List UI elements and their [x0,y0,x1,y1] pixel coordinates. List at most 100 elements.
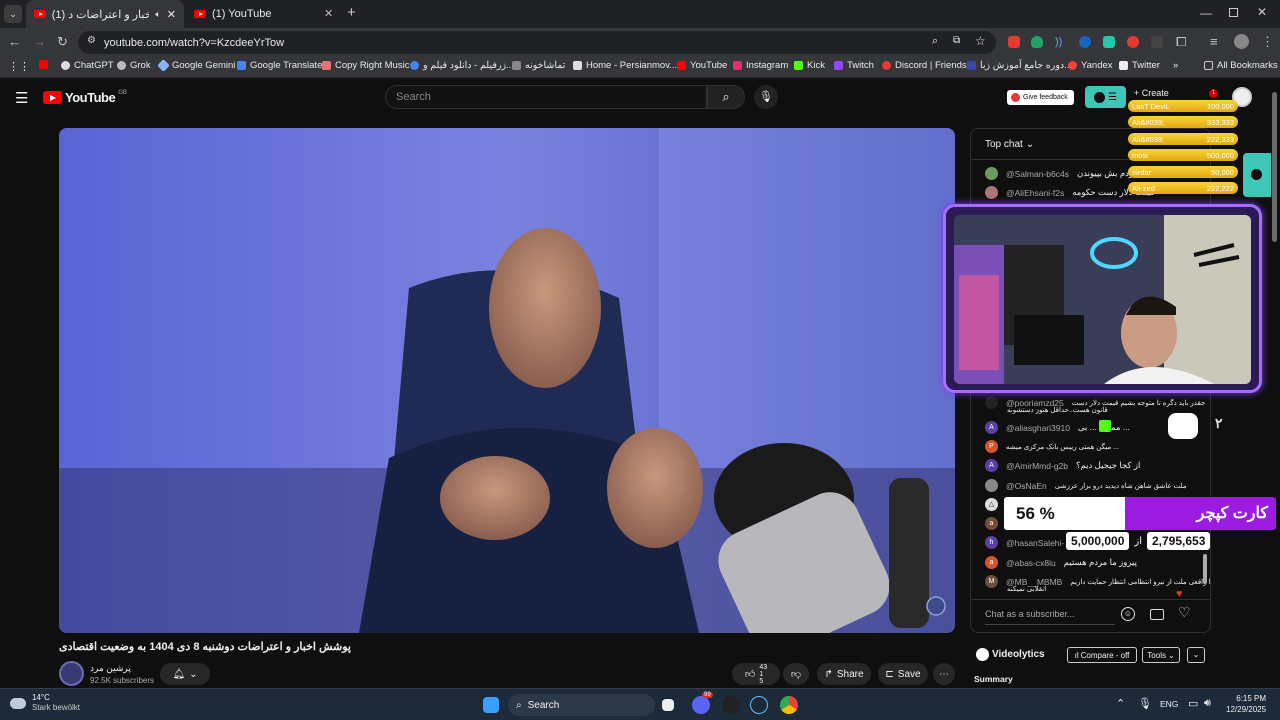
voice-search-button[interactable]: 🎙︎ [754,85,778,109]
taskbar-search[interactable]: ⌕ Search [508,694,655,716]
close-tab-icon[interactable]: ✕ [324,7,333,20]
profile-avatar[interactable] [1234,34,1249,49]
back-icon[interactable]: ← [8,34,21,50]
chat-message[interactable]: A @AmirMmd-g2b از کجا جیجیل دیم؟ [985,459,1140,472]
install-icon[interactable]: ⧉ [953,35,960,46]
new-tab-button[interactable]: + [347,4,356,21]
forward-icon[interactable]: → [33,34,46,50]
app-icon[interactable] [722,696,740,714]
audio-icon[interactable]: 🔈︎ [155,9,160,20]
save-button[interactable]: ⊏ Save [878,663,928,685]
give-feedback-button[interactable]: Give feedback [1007,90,1074,105]
extensions-puzzle-icon[interactable]: ⧠ [1176,34,1186,50]
channel-watermark-icon[interactable] [926,596,946,616]
site-info-icon[interactable]: ⚙ [87,35,96,46]
bookmark-item[interactable]: دوره جامع آموزش زبا... [967,60,1072,71]
reload-icon[interactable]: ↻ [57,34,68,50]
tab-search-button[interactable]: ⌄ [4,5,22,23]
channel-avatar[interactable] [59,661,84,686]
chat-message[interactable]: a @abas-cx8iu پیروز ما مردم هستیم [985,556,1137,569]
bookmark-item[interactable]: Home - Persianmov... [573,60,677,71]
create-button[interactable]: + Create [1134,88,1169,98]
bookmark-item[interactable]: Google Translate [237,60,322,71]
task-view-icon[interactable] [662,699,674,711]
chat-header[interactable]: Top chat ⌄ [985,139,1034,150]
chevron-up-icon[interactable]: ⌃ [1116,697,1125,710]
notification-bell-button[interactable]: 🔔︎ ⌄ [160,663,210,685]
bookmark-item[interactable]: زرفیلم - دانلود فیلم و... [410,60,514,71]
tab-youtube[interactable]: (1) YouTube ✕ [186,0,342,28]
bookmark-item[interactable]: YouTube [677,60,727,71]
apps-icon[interactable]: ⋮⋮ [8,60,30,73]
bookmark-item[interactable]: تماشاخونه [512,60,565,71]
hamburger-menu-icon[interactable]: ☰ [15,89,28,107]
extension-icon[interactable] [1103,36,1115,48]
bookmark-item[interactable]: Discord | Friends [882,60,967,71]
bookmark-item[interactable]: Copy Right Music [322,60,409,71]
discord-app-icon[interactable]: 99 [692,692,713,714]
extension-icon[interactable] [1127,36,1139,48]
start-button[interactable] [483,697,499,713]
network-icon[interactable]: ▭ [1188,697,1198,710]
bookmark-item[interactable]: Twitter [1119,60,1160,71]
tab-video[interactable]: (1) پوشش اخبار و اعتراضات د 🔈︎ ✕ [26,0,184,28]
bookmark-item[interactable]: Kick [794,60,825,71]
chat-input[interactable]: Chat as a subscriber... [985,609,1115,625]
menu-icon[interactable]: ⋮ [1261,34,1274,50]
bookmark-yt-red[interactable] [39,60,48,69]
microphone-icon[interactable]: 🎙︎ [1138,697,1152,710]
chat-scrollbar[interactable] [1203,554,1207,584]
extension-side-tab[interactable] [1243,153,1271,197]
extension-icon[interactable] [1151,36,1163,48]
page-scrollbar[interactable] [1272,92,1277,242]
chat-message[interactable]: P میگن همتی رییس بانک مرکزی میشه ... [985,440,1119,453]
bookmark-item[interactable]: ChatGPT [61,60,114,71]
volume-icon[interactable]: 🔊︎ [1204,697,1211,710]
channel-name[interactable]: پرشین مرد [90,663,131,674]
search-button[interactable]: ⌕ [707,85,745,109]
notifications-badge[interactable]: 1 [1209,89,1218,98]
extension-icon[interactable]: )) [1055,36,1067,48]
youtube-logo[interactable]: YouTube GB [43,90,127,105]
bookmark-item[interactable]: Yandex [1068,60,1113,71]
compare-toggle[interactable]: ıl Compare - off [1067,647,1137,663]
more-actions-button[interactable]: ⋯ [933,663,955,685]
restore-icon[interactable] [1229,8,1238,17]
video-player[interactable] [59,128,955,633]
like-button[interactable]: 👍︎ 43 1 5 [732,663,780,685]
share-button[interactable]: ↱ Share [817,663,871,685]
language-indicator[interactable]: ENG [1160,699,1178,709]
clock[interactable]: 6:15 PM 12/29/2025 [1226,693,1266,715]
chat-message[interactable]: △ [985,498,998,511]
dislike-button[interactable]: 👎︎ [783,663,809,685]
chat-message[interactable]: a [985,517,998,530]
zoom-icon[interactable]: ⌕ [932,35,938,48]
bookmark-item[interactable]: Twitch [834,60,874,71]
extension-toggle-button[interactable]: ☰ [1085,86,1126,108]
address-bar[interactable]: ⚙ youtube.com/watch?v=KzcdeeYrTow ⌕ ⧉ ☆ [78,31,996,54]
close-tab-icon[interactable]: ✕ [167,8,176,21]
reading-list-icon[interactable]: ≡ [1210,34,1218,50]
emoji-icon[interactable]: ☺ [1121,607,1135,621]
super-chat-icon[interactable] [1150,609,1164,620]
bookmark-item[interactable]: Google Gemini [157,59,235,72]
all-bookmarks[interactable]: All Bookmarks [1204,60,1278,71]
bookmarks-more[interactable]: » [1173,60,1178,71]
bookmark-item[interactable]: Grok [117,60,151,71]
search-input[interactable]: Search [385,85,707,109]
bookmark-item[interactable]: Instagram [733,60,788,71]
steam-app-icon[interactable] [750,696,768,714]
weather-widget[interactable]: 14°C Stark bewölkt [10,693,80,713]
bookmark-star-icon[interactable]: ☆ [975,34,986,48]
chat-message[interactable]: h @hasanSalehi- [985,536,1064,549]
chat-message[interactable]: @OsNaEn ملت عاشق شاهن شاه دیدید درو بزار … [985,479,1187,492]
chrome-app-icon[interactable] [780,696,798,714]
tools-dropdown[interactable]: Tools ⌄ [1142,647,1180,663]
extension-icon[interactable] [1079,36,1091,48]
minimize-icon[interactable]: — [1200,6,1212,20]
extension-icon[interactable] [1008,36,1020,48]
collapse-button[interactable]: ⌄ [1187,647,1205,663]
extension-icon[interactable] [1031,36,1043,48]
close-window-icon[interactable]: ✕ [1257,5,1267,19]
heart-icon[interactable]: ♡ [1178,604,1191,621]
